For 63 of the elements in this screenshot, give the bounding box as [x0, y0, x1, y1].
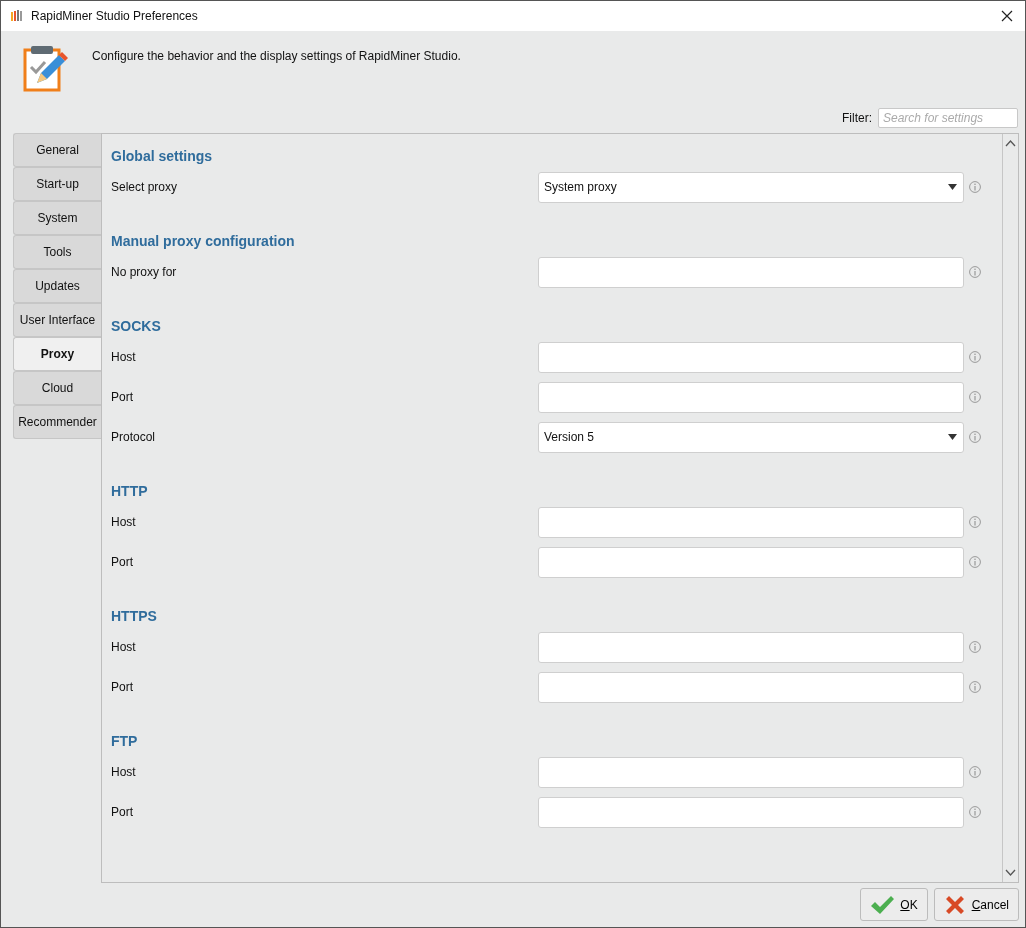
description-text: Configure the behavior and the display settings of RapidMiner Studio.	[92, 49, 461, 63]
info-icon[interactable]	[969, 351, 981, 363]
setting-label: Port	[111, 805, 134, 819]
info-icon[interactable]	[969, 641, 981, 653]
dropdown[interactable]: System proxy	[538, 171, 964, 203]
section-heading: HTTPS	[111, 607, 158, 626]
tab[interactable]: Proxy	[13, 337, 101, 371]
input-field[interactable]	[538, 671, 964, 703]
setting-label: Host	[111, 515, 137, 529]
scroll-down-icon[interactable]	[1005, 869, 1016, 876]
setting-label: Port	[111, 390, 134, 404]
scroll-up-icon[interactable]	[1005, 140, 1016, 147]
tab[interactable]: Start-up	[13, 167, 101, 201]
tab[interactable]: Cloud	[13, 371, 101, 405]
info-icon[interactable]	[969, 766, 981, 778]
input-field[interactable]	[538, 506, 964, 538]
app-logo-icon	[9, 8, 25, 24]
input-field[interactable]	[538, 381, 964, 413]
info-icon[interactable]	[969, 516, 981, 528]
input-field[interactable]	[538, 796, 964, 828]
section-heading: HTTP	[111, 482, 149, 501]
setting-label: Select proxy	[111, 180, 179, 194]
tab[interactable]: System	[13, 201, 101, 235]
input-field[interactable]	[538, 341, 964, 373]
filter-label: Filter:	[842, 111, 872, 125]
filter-field[interactable]: Search for settings	[878, 108, 1018, 128]
window-title: RapidMiner Studio Preferences	[31, 9, 199, 23]
input-field[interactable]	[538, 756, 964, 788]
info-icon[interactable]	[969, 431, 981, 443]
section-heading: FTP	[111, 732, 139, 751]
section-heading: Global settings	[111, 147, 214, 166]
input-field[interactable]	[538, 546, 964, 578]
dropdown-arrow-icon	[948, 434, 957, 440]
info-icon[interactable]	[969, 681, 981, 693]
tab[interactable]: User Interface	[13, 303, 101, 337]
close-icon[interactable]	[1001, 10, 1013, 22]
section-heading: SOCKS	[111, 317, 162, 336]
setting-label: Host	[111, 350, 137, 364]
info-icon[interactable]	[969, 391, 981, 403]
tab[interactable]: Tools	[13, 235, 101, 269]
setting-label: Port	[111, 680, 134, 694]
setting-label: No proxy for	[111, 265, 178, 279]
input-field[interactable]	[538, 631, 964, 663]
info-icon[interactable]	[969, 556, 981, 568]
tab[interactable]: Recommender	[13, 405, 101, 439]
input-field[interactable]	[538, 256, 964, 288]
ok-button[interactable]: OK	[860, 888, 928, 921]
setting-label: Host	[111, 640, 137, 654]
cancel-button[interactable]: Cancel	[933, 888, 1019, 921]
setting-label: Protocol	[111, 430, 157, 444]
dropdown[interactable]: Version 5	[538, 421, 964, 453]
info-icon[interactable]	[969, 181, 981, 193]
info-icon[interactable]	[969, 806, 981, 818]
setting-label: Host	[111, 765, 137, 779]
info-icon[interactable]	[969, 266, 981, 278]
setting-label: Port	[111, 555, 134, 569]
section-heading: Manual proxy configuration	[111, 232, 296, 251]
tab[interactable]: General	[13, 133, 101, 167]
checkmark-icon	[870, 894, 895, 915]
dropdown-arrow-icon	[948, 184, 957, 190]
clipboard-pencil-icon	[23, 43, 69, 93]
tab[interactable]: Updates	[13, 269, 101, 303]
scrollbar[interactable]	[1002, 134, 1018, 882]
